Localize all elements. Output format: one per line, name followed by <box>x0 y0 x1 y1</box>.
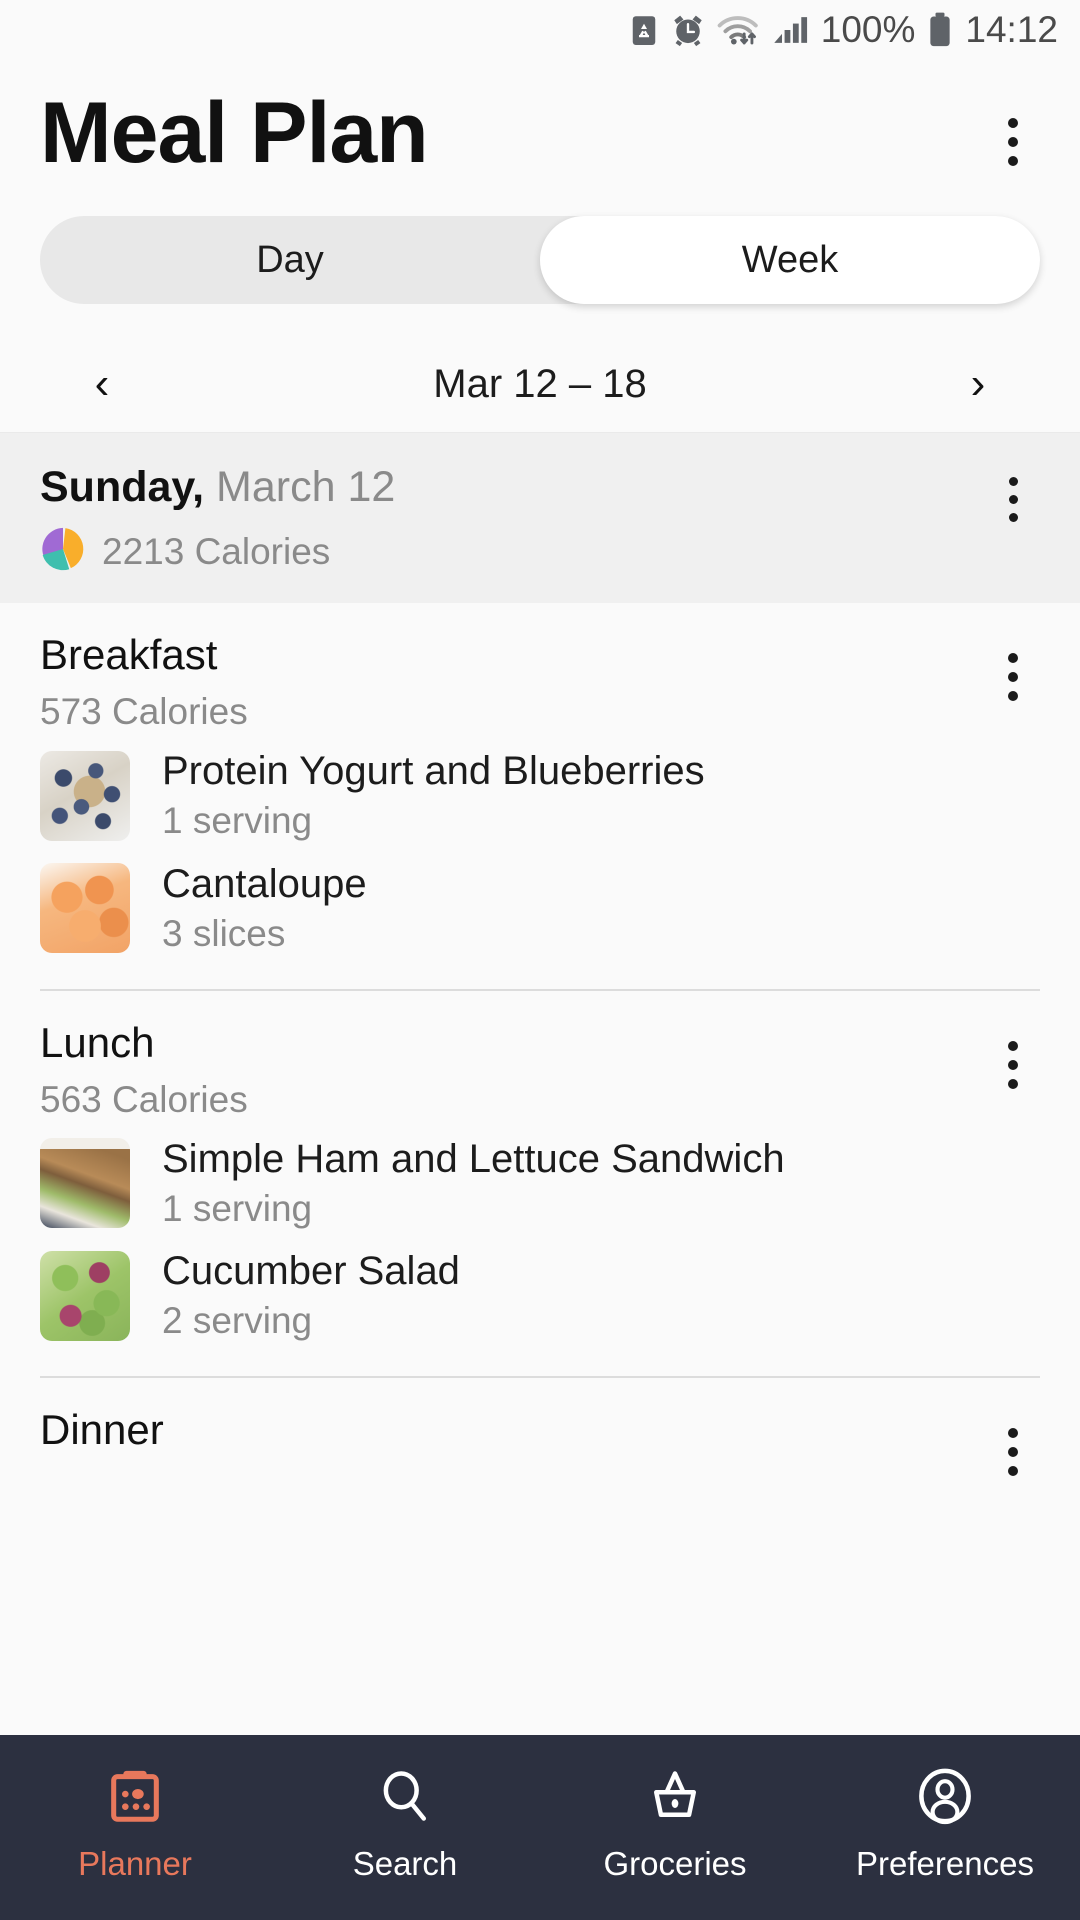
day-overflow-menu-button[interactable] <box>986 463 1040 523</box>
food-item-name: Cantaloupe <box>162 861 367 906</box>
meal-header-info: Breakfast 573 Calories <box>40 631 248 733</box>
view-mode-segmented-control[interactable]: Day Week <box>40 216 1040 305</box>
ham-sandwich-thumbnail <box>40 1138 130 1229</box>
battery-percent-label: 100% <box>820 9 916 50</box>
nav-item-preferences[interactable]: Preferences <box>810 1735 1080 1883</box>
food-item-text: Simple Ham and Lettuce Sandwich 1 serving <box>162 1137 785 1230</box>
food-item-text: Protein Yogurt and Blueberries 1 serving <box>162 749 705 842</box>
meal-name-label: Lunch <box>40 1018 155 1066</box>
nav-item-groceries[interactable]: Groceries <box>540 1735 810 1883</box>
food-item-row[interactable]: Protein Yogurt and Blueberries 1 serving <box>40 739 1040 852</box>
meal-list: Breakfast 573 Calories Protein Yogurt and … <box>0 603 1080 1483</box>
food-item-row[interactable]: Simple Ham and Lettuce Sandwich 1 serving <box>40 1127 1040 1240</box>
kebab-dot <box>1008 1078 1018 1089</box>
date-navigation: ‹ Mar 12 – 18 › <box>0 336 1080 432</box>
meal-section: Dinner <box>0 1378 1080 1482</box>
day-date-label: March 12 <box>216 463 396 512</box>
calendar-planner-icon <box>100 1761 170 1831</box>
kebab-dot <box>1008 118 1018 128</box>
alarm-clock-icon <box>671 13 705 47</box>
kebab-dot <box>1008 1059 1018 1070</box>
date-range-label: Mar 12 – 18 <box>433 361 647 406</box>
cellular-signal-icon <box>773 14 809 46</box>
day-calories-row: 2213 Calories <box>40 526 395 577</box>
meal-overflow-menu-button[interactable] <box>986 1019 1040 1089</box>
next-week-button[interactable]: › <box>948 362 1008 406</box>
food-item-name: Cucumber Salad <box>162 1249 460 1294</box>
kebab-dot <box>1008 156 1018 166</box>
kebab-dot <box>1008 1447 1018 1458</box>
nav-label-planner: Planner <box>78 1845 192 1882</box>
header-overflow-menu-button[interactable] <box>986 88 1040 166</box>
macro-pie-icon <box>40 526 86 577</box>
nav-label-preferences: Preferences <box>856 1845 1034 1882</box>
food-item-row[interactable]: Cucumber Salad 2 serving <box>40 1239 1040 1352</box>
person-circle-icon <box>910 1761 980 1831</box>
kebab-dot <box>1008 477 1018 487</box>
tab-week[interactable]: Week <box>540 216 1040 304</box>
kebab-dot <box>1008 137 1018 147</box>
status-bar: 100% 14:12 <box>0 0 1080 60</box>
day-header-info: Sunday, March 12 2213 Calories <box>40 463 395 577</box>
food-item-serving: 2 serving <box>162 1300 313 1342</box>
nav-label-search: Search <box>352 1845 458 1882</box>
meal-calories-label: 563 Calories <box>40 1078 248 1120</box>
kebab-dot <box>1008 653 1018 664</box>
day-header-sunday[interactable]: Sunday, March 12 2213 Calories <box>0 432 1080 604</box>
wifi-icon <box>717 13 761 47</box>
nav-item-search[interactable]: Search <box>270 1735 540 1883</box>
yogurt-blueberries-thumbnail <box>40 750 130 841</box>
food-item-text: Cantaloupe 3 slices <box>162 862 367 955</box>
food-item-text: Cucumber Salad 2 serving <box>162 1249 460 1342</box>
app-screen: 100% 14:12 Meal Plan Day Week ‹ Mar 12 –… <box>0 0 1080 1920</box>
food-item-row[interactable]: Cantaloupe 3 slices <box>40 852 1040 965</box>
meal-header-info: Dinner <box>40 1406 164 1454</box>
meal-overflow-menu-button[interactable] <box>986 1406 1040 1477</box>
tab-day[interactable]: Day <box>40 216 540 304</box>
basket-icon <box>640 1761 710 1831</box>
clipboard-recycle-icon <box>629 13 659 47</box>
meal-calories-label: 573 Calories <box>40 691 248 733</box>
page-title: Meal Plan <box>40 85 429 181</box>
kebab-dot <box>1008 1466 1018 1477</box>
meal-header: Dinner <box>40 1378 1040 1482</box>
scroll-fade <box>0 1713 1080 1735</box>
kebab-dot <box>1008 495 1018 505</box>
clock-label: 14:12 <box>965 9 1058 50</box>
bottom-navigation-bar: Planner Search Groceries Preferences <box>0 1735 1080 1920</box>
meal-header: Lunch 563 Calories <box>40 991 1040 1127</box>
food-item-serving: 1 serving <box>162 1187 313 1229</box>
kebab-dot <box>1008 691 1018 702</box>
meal-section: Lunch 563 Calories Simple Ham and Lettuce … <box>0 991 1080 1379</box>
food-item-serving: 3 slices <box>162 912 286 954</box>
meal-header: Breakfast 573 Calories <box>40 603 1040 739</box>
food-item-name: Simple Ham and Lettuce Sandwich <box>162 1136 785 1181</box>
nav-item-planner[interactable]: Planner <box>0 1735 270 1883</box>
kebab-dot <box>1008 513 1018 523</box>
day-weekday-label: Sunday, <box>40 463 205 512</box>
kebab-dot <box>1008 672 1018 683</box>
segmented-track: Day Week <box>40 216 1040 305</box>
meal-name-label: Breakfast <box>40 631 218 679</box>
day-calories-label: 2213 Calories <box>102 530 331 572</box>
nav-label-groceries: Groceries <box>603 1845 747 1882</box>
cucumber-salad-thumbnail <box>40 1250 130 1341</box>
previous-week-button[interactable]: ‹ <box>72 362 132 406</box>
meal-section: Breakfast 573 Calories Protein Yogurt and … <box>0 603 1080 991</box>
search-icon <box>370 1761 440 1831</box>
meal-header-info: Lunch 563 Calories <box>40 1019 248 1121</box>
meal-overflow-menu-button[interactable] <box>986 631 1040 702</box>
battery-icon <box>927 12 953 48</box>
kebab-dot <box>1008 1428 1018 1439</box>
day-title: Sunday, March 12 <box>40 463 395 512</box>
food-item-name: Protein Yogurt and Blueberries <box>162 749 705 794</box>
food-item-serving: 1 serving <box>162 800 313 842</box>
app-header: Meal Plan <box>0 60 1080 178</box>
meal-name-label: Dinner <box>40 1406 164 1454</box>
cantaloupe-thumbnail <box>40 863 130 954</box>
kebab-dot <box>1008 1040 1018 1051</box>
